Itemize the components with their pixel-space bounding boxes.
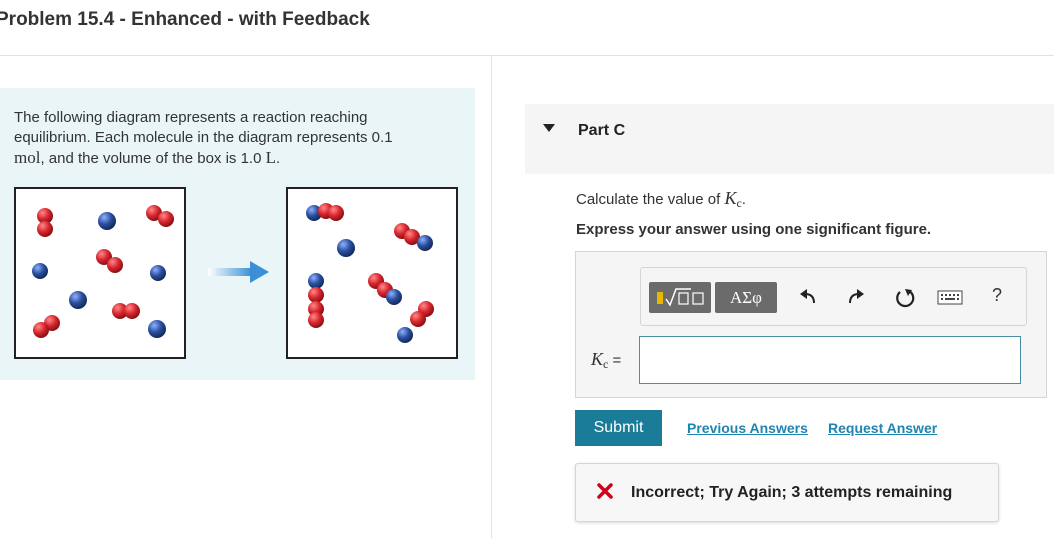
molecule-red-blue [368,273,402,305]
templates-icon [657,288,704,307]
templates-button[interactable] [649,282,711,313]
keyboard-icon[interactable] [937,290,963,306]
molecule-red-red [37,208,53,237]
molecule-red-blue [394,223,433,251]
answer-label: Kc = [591,349,621,372]
header-divider [0,55,1054,56]
molecule-blue [337,239,355,257]
incorrect-icon [597,483,613,499]
molecule-blue [98,212,116,230]
page-title: Problem 15.4 - Enhanced - with Feedback [0,9,370,30]
column-divider [491,56,492,538]
reaction-arrow-icon [208,261,269,283]
question-prompt: Calculate the value of Kc. [576,188,746,211]
math-toolbar: ΑΣφ ? [640,267,1027,326]
feedback-text: Incorrect; Try Again; 3 attempts remaini… [631,484,953,501]
unit-mol: mol [14,148,41,167]
collapse-caret-icon[interactable] [543,124,555,132]
intro-text: The following diagram represents a react… [14,108,454,169]
molecule-blue [150,265,166,281]
greek-symbols-button[interactable]: ΑΣφ [715,282,777,313]
reset-icon[interactable] [894,287,916,309]
submit-button[interactable]: Submit [575,410,662,446]
part-label: Part C [578,122,626,139]
molecule-red-blue [397,301,434,343]
answer-var: K [591,349,604,369]
intro-line-1: The following diagram represents a react… [14,109,368,126]
previous-answers-link[interactable]: Previous Answers [687,420,808,436]
molecule-blue [69,291,87,309]
answer-area: ΑΣφ ? Kc = [575,251,1047,398]
molecule-red-red [33,315,60,338]
molecule-blue-red-red [308,273,324,328]
request-answer-link[interactable]: Request Answer [828,420,937,436]
question-end: . [741,191,746,208]
answer-equals: = [608,352,622,369]
question-var: K [724,188,737,208]
unit-liter: L [265,148,276,167]
molecule-blue [148,320,166,338]
molecule-red-blue [306,203,344,221]
feedback-box: Incorrect; Try Again; 3 attempts remaini… [575,463,999,522]
kc-answer-input[interactable] [639,336,1021,384]
intro-line-3-end: . [275,150,281,167]
redo-icon[interactable] [846,287,866,307]
molecule-blue [32,263,48,279]
question-text: Calculate the value of [576,191,725,208]
molecule-red-red [146,205,174,227]
reactant-box [14,187,186,359]
intro-line-2: equilibrium. Each molecule in the diagra… [14,129,393,146]
equilibrium-box [286,187,458,359]
molecule-red-red [96,249,123,273]
molecule-red-red [112,303,140,319]
intro-panel: The following diagram represents a react… [0,88,475,380]
equilibrium-molecules [306,203,434,343]
help-button[interactable]: ? [992,285,1002,306]
intro-line-3: , and the volume of the box is 1.0 [40,150,266,167]
answer-instruction: Express your answer using one significan… [576,221,932,238]
reactant-molecules [32,205,174,338]
undo-icon[interactable] [798,287,818,307]
page: Problem 15.4 - Enhanced - with Feedback … [0,0,1054,538]
part-c-header[interactable]: Part C [525,104,1054,174]
